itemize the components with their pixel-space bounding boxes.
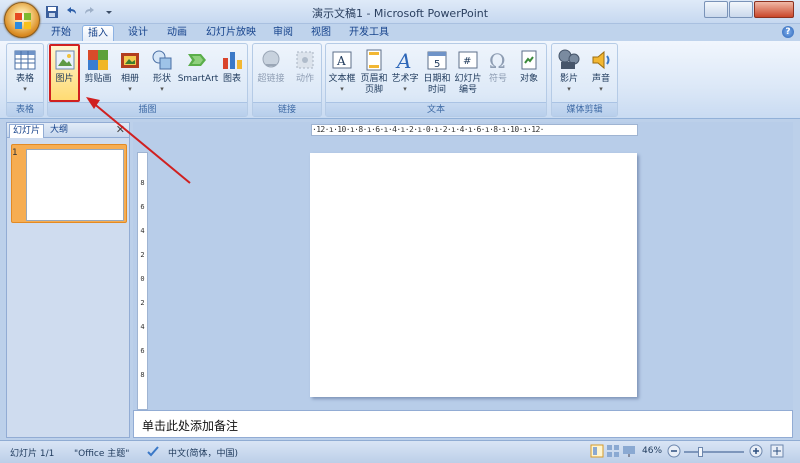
tab-slides[interactable]: 幻灯片 [9,124,45,138]
chart-icon [220,48,244,72]
group-links: 超链接 动作 链接 [252,43,322,117]
pane-tabs: 幻灯片 大纲 ✕ [7,123,129,138]
slides-pane: 幻灯片 大纲 ✕ 1 [6,122,130,438]
svg-text:Ω: Ω [489,49,506,72]
svg-text:#: # [463,56,471,67]
clipart-button[interactable]: 剪贴画 [82,46,114,102]
group-label-media: 媒体剪辑 [552,102,617,116]
group-tables: 表格 ▾ 表格 [6,43,44,117]
object-button[interactable]: 对象 [513,46,545,102]
group-label-illustrations: 插图 [48,102,247,116]
shapes-icon [150,48,174,72]
wordart-button[interactable]: A 艺术字 ▾ [389,46,421,102]
header-footer-button[interactable]: 页眉和 页脚 [358,46,390,102]
tab-review[interactable]: 审阅 [268,25,298,41]
status-slide-count: 幻灯片 1/1 [10,449,55,459]
table-icon [13,48,37,72]
group-label-links: 链接 [253,102,321,116]
action-button[interactable]: 动作 [288,46,322,102]
group-media: 影片 ▾ 声音 ▾ 媒体剪辑 [551,43,618,117]
help-icon[interactable]: ? [782,26,794,38]
wordart-icon: A [393,48,417,73]
slide-thumbnail[interactable] [11,144,127,223]
svg-text:A: A [395,49,411,72]
tab-view[interactable]: 视图 [306,25,336,41]
group-label-text: 文本 [326,102,546,116]
normal-view-icon[interactable] [590,444,604,461]
clipart-icon [86,48,110,72]
slideshow-view-icon[interactable] [622,444,636,461]
object-icon [517,48,541,72]
zoom-out-icon[interactable] [667,444,681,461]
group-label-tables: 表格 [7,102,43,116]
office-button[interactable] [4,2,40,38]
table-button[interactable]: 表格 ▾ [8,46,42,102]
textbox-icon: A [330,48,354,72]
sound-button[interactable]: 声音 ▾ [585,46,617,102]
zoom-slider[interactable] [684,451,744,453]
hyperlink-button[interactable]: 超链接 [254,46,288,102]
zoom-in-icon[interactable] [749,444,763,461]
shapes-button[interactable]: 形状 ▾ [146,46,178,102]
zoom-level[interactable]: 46% [642,446,662,456]
picture-button[interactable]: 图片 [49,44,80,102]
symbol-icon: Ω [486,48,510,73]
textbox-button[interactable]: A 文本框 ▾ [326,46,358,102]
smartart-button[interactable]: SmartArt [177,46,219,102]
action-icon [293,48,317,72]
spellcheck-icon[interactable] [146,444,160,461]
movie-button[interactable]: 影片 ▾ [553,46,585,102]
zoom-slider-thumb[interactable] [698,447,703,457]
slide-number-icon: # [456,48,480,72]
status-bar: 幻灯片 1/1 "Office 主题" 中文(简体，中国) 46% [0,440,800,463]
maximize-button[interactable] [729,1,753,18]
header-footer-icon [362,48,386,72]
symbol-button[interactable]: Ω 符号 [483,46,513,102]
tab-animation[interactable]: 动画 [162,25,192,41]
tab-outline[interactable]: 大纲 [47,124,71,138]
slide-thumbnail-number: 1 [12,148,18,158]
slide-sorter-icon[interactable] [606,444,620,461]
fit-to-window-icon[interactable] [770,444,784,461]
slide-thumbnail-preview [26,149,124,221]
hyperlink-icon [259,48,283,72]
pane-close-icon[interactable]: ✕ [116,123,125,136]
tab-insert[interactable]: 插入 [82,25,114,41]
svg-text:A: A [336,54,346,68]
status-theme[interactable]: "Office 主题" [74,446,129,459]
window-title: 演示文稿1 - Microsoft PowerPoint [311,7,489,20]
chart-button[interactable]: 图表 [218,46,246,102]
sound-icon [589,48,613,72]
tab-slideshow[interactable]: 幻灯片放映 [203,25,259,41]
datetime-button[interactable]: 5 日期和 时间 [421,46,453,102]
slide-canvas[interactable] [310,153,637,397]
notes-placeholder: 单击此处添加备注 [142,419,239,433]
title-bar: 演示文稿1 - Microsoft PowerPoint [0,0,800,38]
photo-album-button[interactable]: 相册 ▾ [114,46,146,102]
horizontal-ruler: ·12·ı·10·ı·8·ı·6·ı·4·ı·2·ı·0·ı·2·ı·4·ı·6… [311,124,638,136]
smartart-icon [186,48,210,72]
ribbon: 表格 ▾ 表格 图片 剪贴画 相册 ▾ 形状 ▾ SmartArt 图表 插图 … [0,41,800,119]
ribbon-tabs: 开始 插入 设计 动画 幻灯片放映 审阅 视图 开发工具 ? [0,24,800,41]
datetime-icon: 5 [425,48,449,72]
slide-editing-area: ·12·ı·10·ı·8·ı·6·ı·4·ı·2·ı·0·ı·2·ı·4·ı·6… [133,122,793,410]
group-text: A 文本框 ▾ 页眉和 页脚 A 艺术字 ▾ 5 日期和 时间 # 幻灯片 编号… [325,43,547,117]
vertical-ruler: 8 6 4 2 0 2 4 6 8 [137,152,148,410]
svg-text:5: 5 [434,59,440,70]
status-language[interactable]: 中文(简体，中国) [168,446,238,459]
minimize-button[interactable] [704,1,728,18]
window-controls [704,1,794,18]
tab-design[interactable]: 设计 [123,25,153,41]
office-logo-icon [15,13,31,29]
tab-developer[interactable]: 开发工具 [346,25,392,41]
tab-home[interactable]: 开始 [46,25,76,41]
close-button[interactable] [754,1,794,18]
group-illustrations: 图片 剪贴画 相册 ▾ 形状 ▾ SmartArt 图表 插图 [47,43,248,117]
slide-number-button[interactable]: # 幻灯片 编号 [452,46,484,102]
notes-pane[interactable]: 单击此处添加备注 [133,410,793,438]
picture-icon [53,48,77,72]
movie-icon [557,48,581,72]
photo-album-icon [118,48,142,72]
